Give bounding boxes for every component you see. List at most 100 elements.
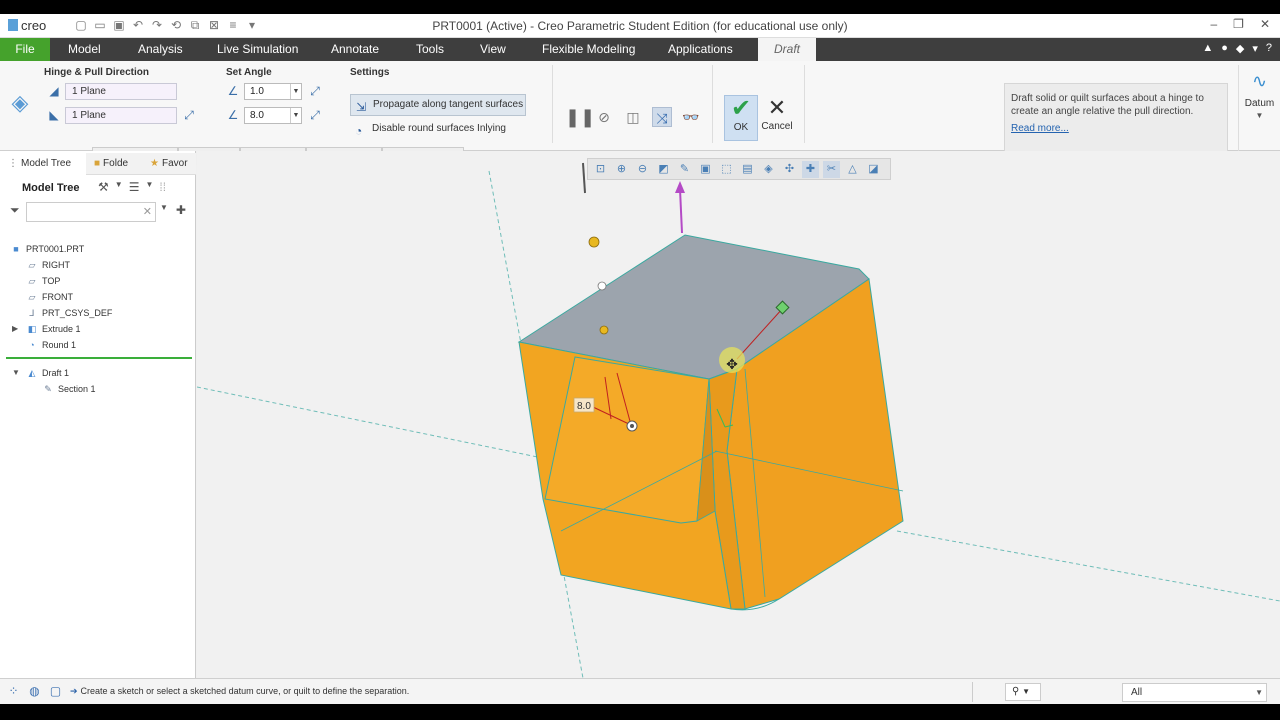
preview-geometry-icon[interactable]: ◫ — [623, 107, 643, 127]
angle-1-input[interactable]: 1.0 ▼ — [244, 83, 302, 100]
minimize-ribbon-icon[interactable]: ▲ — [1202, 42, 1213, 55]
tab-flexible-modeling[interactable]: Flexible Modeling — [530, 38, 647, 61]
chevron-down-icon[interactable]: ▼ — [290, 84, 301, 99]
dropdown-icon[interactable]: ▾ — [1252, 42, 1258, 55]
tree-item-csys[interactable]: ⅃ PRT_CSYS_DEF — [26, 308, 112, 319]
expand-arrow-icon[interactable]: ▶ — [12, 324, 18, 333]
minimize-button[interactable]: – — [1210, 17, 1217, 31]
graduation-cap-icon[interactable]: ◆ — [1236, 42, 1244, 55]
chevron-down-icon[interactable]: ▼ — [1256, 111, 1264, 120]
flip-angle-2-icon[interactable]: ⤢ — [306, 107, 324, 123]
zoom-in-icon[interactable]: ⊕ — [613, 161, 630, 178]
tree-item-extrude[interactable]: ▶ ◧ Extrude 1 — [12, 324, 81, 335]
disable-round-surfaces-toggle[interactable]: ◔ Disable round surfaces Inlying — [350, 119, 520, 141]
tree-item-label: Draft 1 — [42, 368, 70, 378]
pull-direction-arrow[interactable] — [679, 188, 683, 234]
selection-filter[interactable]: All ▼ — [1122, 683, 1267, 702]
divider — [552, 65, 553, 143]
saved-views-icon[interactable]: ⬚ — [718, 161, 735, 178]
pause-icon[interactable]: ❚❚ — [565, 107, 595, 127]
close-button[interactable]: ✕ — [1260, 17, 1270, 31]
angle-2-value: 8.0 — [250, 110, 264, 121]
view-manager-icon[interactable]: ▤ — [739, 161, 756, 178]
drag-handle[interactable] — [599, 325, 609, 335]
browser-toggle-icon[interactable]: ◍ — [27, 684, 42, 699]
hinge-reference-field[interactable]: 1 Plane — [65, 83, 177, 100]
tab-draft[interactable]: Draft — [758, 38, 816, 61]
angle-dimension-value[interactable]: 8.0 — [577, 401, 591, 412]
drag-handle[interactable] — [588, 236, 600, 248]
tree-item-top[interactable]: ▱ TOP — [26, 276, 61, 287]
tree-item-front[interactable]: ▱ FRONT — [26, 292, 73, 303]
navigator-toggle-icon[interactable]: ⁘ — [6, 684, 21, 699]
tree-item-part[interactable]: ■ PRT0001.PRT — [10, 244, 84, 254]
tree-item-right[interactable]: ▱ RIGHT — [26, 260, 70, 271]
draft-surface[interactable] — [544, 356, 710, 524]
annotation-display-icon[interactable]: ✚ — [802, 160, 819, 178]
shading-icon[interactable]: ✎ — [676, 161, 693, 178]
ok-button[interactable]: ✔ OK — [724, 95, 758, 141]
datum-display-icon[interactable]: ✣ — [781, 161, 798, 178]
tab-live-simulation[interactable]: Live Simulation — [205, 38, 310, 61]
angle-2-input[interactable]: 8.0 ▼ — [244, 107, 302, 124]
model-canvas[interactable]: 8.0 ✥ — [196, 151, 1280, 690]
chevron-down-icon[interactable]: ▼ — [145, 180, 153, 194]
tab-file[interactable]: File — [0, 38, 50, 61]
clear-icon[interactable]: ✕ — [143, 205, 152, 218]
tree-columns-icon[interactable]: ⁞⁞ — [159, 180, 166, 194]
read-more-link[interactable]: Read more... — [1011, 122, 1221, 135]
chevron-down-icon[interactable]: ▼ — [160, 203, 168, 217]
datum-plane-icon: ▱ — [28, 292, 36, 302]
maximize-button[interactable]: ❐ — [1233, 17, 1244, 31]
no-preview-icon[interactable]: ⊘ — [594, 107, 614, 127]
cancel-button[interactable]: ✕ Cancel — [760, 95, 794, 141]
tab-annotate[interactable]: Annotate — [319, 38, 391, 61]
more-views-icon[interactable]: ◪ — [865, 161, 882, 178]
feature-info-panel: Draft solid or quilt surfaces about a hi… — [1004, 83, 1228, 155]
repaint-icon[interactable]: ◩ — [655, 161, 672, 178]
tab-favorites[interactable]: ★ Favor — [142, 153, 196, 175]
find-button[interactable]: ⚲ ▼ — [1005, 683, 1041, 701]
glasses-icon[interactable]: 👓 — [681, 107, 701, 127]
help-icon[interactable]: ? — [1266, 42, 1272, 55]
drag-handle[interactable] — [597, 281, 607, 291]
chevron-down-icon[interactable]: ▼ — [115, 180, 123, 194]
chevron-down-icon[interactable]: ▼ — [290, 108, 301, 123]
tab-analysis[interactable]: Analysis — [126, 38, 195, 61]
pull-direction-field[interactable]: 1 Plane — [65, 107, 177, 124]
tab-model-tree[interactable]: ⋮ Model Tree — [0, 153, 86, 175]
add-icon[interactable]: ✚ — [176, 203, 186, 217]
tab-folder-browser[interactable]: ■ Folde — [86, 153, 142, 175]
tab-applications[interactable]: Applications — [656, 38, 745, 61]
appearance-icon[interactable]: △ — [844, 161, 861, 178]
filter-icon[interactable]: ⏷ — [10, 203, 20, 218]
tree-settings-icon[interactable]: ⚒ — [98, 180, 109, 194]
propagate-icon: ⇲ — [356, 100, 367, 114]
tab-model[interactable]: Model — [56, 38, 113, 61]
tab-view[interactable]: View — [468, 38, 518, 61]
draft-dashboard: ◈ Hinge & Pull Direction ◢ 1 Plane ◣ 1 P… — [0, 61, 1280, 165]
show-icon[interactable]: ☰ — [129, 180, 140, 194]
tree-item-round[interactable]: ◔ Round 1 — [26, 340, 76, 350]
tree-item-section[interactable]: ✎ Section 1 — [42, 384, 95, 395]
tree-item-draft[interactable]: ▼ ◭ Draft 1 — [12, 368, 70, 379]
datum-group[interactable]: ∿ Datum ▼ — [1238, 65, 1280, 151]
flip-angle-1-icon[interactable]: ⤢ — [306, 83, 324, 99]
tree-search-input[interactable]: ✕ — [26, 202, 156, 222]
flip-pull-direction-icon[interactable]: ⤢ — [180, 107, 198, 123]
display-style-icon[interactable]: ▣ — [697, 161, 714, 178]
graphics-window[interactable]: 8.0 ✥ ⊡ ⊕ ⊖ ◩ ✎ ▣ ⬚ ▤ ◈ ✣ ✚ ✂ △ ◪ — [196, 151, 1280, 690]
tab-tools[interactable]: Tools — [404, 38, 456, 61]
refit-icon[interactable]: ⊡ — [592, 161, 609, 178]
collapse-arrow-icon[interactable]: ▼ — [12, 368, 20, 377]
propagate-tangent-toggle[interactable]: ⇲ Propagate along tangent surfaces — [350, 94, 526, 116]
spin-center-icon[interactable]: ✂ — [823, 160, 840, 178]
creo-window: creo ▢ ▭ ▣ ↶ ↷ ⟲ ⧉ ⊠ ≡ ▾ PRT0001 (Active… — [0, 14, 1280, 704]
window-controls: – ❐ ✕ — [1210, 17, 1270, 31]
zoom-out-icon[interactable]: ⊖ — [634, 161, 651, 178]
full-screen-icon[interactable]: ▢ — [48, 684, 63, 699]
verify-mode-icon[interactable]: ⤨ — [652, 107, 672, 127]
user-icon[interactable]: ● — [1221, 42, 1228, 55]
perspective-icon[interactable]: ◈ — [760, 161, 777, 178]
insert-here-line[interactable] — [6, 357, 192, 359]
